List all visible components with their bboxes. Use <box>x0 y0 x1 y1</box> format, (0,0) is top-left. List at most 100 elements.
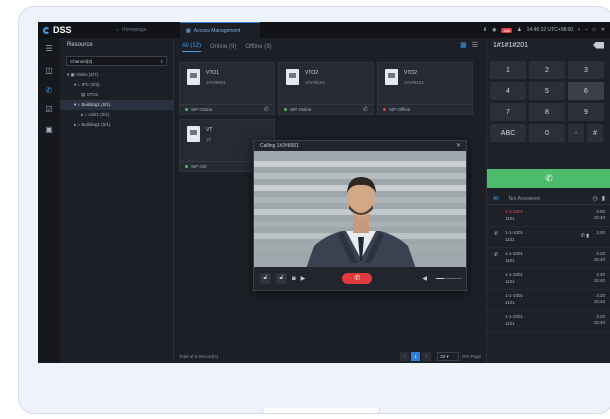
tree-toggle-icon[interactable]: ▾ <box>74 102 76 107</box>
keypad-key[interactable]: 2 <box>529 61 565 79</box>
unlock-door-1-icon[interactable]: 🔓︎ <box>260 273 271 284</box>
search-icon[interactable]: ⌕ <box>160 59 163 64</box>
phone-icon: ✆ <box>545 173 553 183</box>
tree-node-label: Unit1 (0/1) <box>88 112 110 117</box>
unlock-door-2-icon[interactable]: 🔓︎ <box>276 273 287 284</box>
monitor-icon[interactable]: ▣ <box>44 125 54 134</box>
menu-icon[interactable]: ☰ <box>44 44 54 53</box>
keypad-key[interactable]: # <box>587 124 603 142</box>
tab-access-management[interactable]: ▦ Access Management <box>180 22 260 38</box>
call-device-icon[interactable]: ✆ <box>264 106 269 113</box>
device-name: VTO2 <box>404 70 417 76</box>
tree-node[interactable]: ▾ ⌂ IPC (0/3) <box>60 80 173 90</box>
tree-toggle-icon[interactable]: ▾ <box>67 72 69 77</box>
volume-icon[interactable]: ◀ <box>422 275 427 282</box>
prev-page-button[interactable]: ‹ <box>400 351 410 361</box>
snapshot-icon[interactable]: ◙ <box>292 276 296 282</box>
alarm-icon[interactable]: ◉ <box>492 27 496 33</box>
call-record[interactable]: 1-1-1001 1101 3.20 15:40 <box>487 312 610 332</box>
grid-icon: ▦ <box>186 27 191 34</box>
download-icon[interactable]: ⬇ <box>483 27 487 33</box>
keypad-key[interactable]: 1 <box>490 61 526 79</box>
keypad-key[interactable]: 6 <box>568 82 604 100</box>
icon-rail: ☰ ◫ ✆ ☑ ▣ <box>38 38 60 363</box>
record-date: 3.00 <box>596 230 605 235</box>
keypad-key[interactable]: 3 <box>568 61 604 79</box>
maximize-icon[interactable]: □ <box>593 27 596 33</box>
tree-toggle-icon[interactable]: ▾ <box>74 82 76 87</box>
tree-node[interactable]: ▸ ⌂ Building1 (0/1) <box>60 120 173 130</box>
call-record[interactable]: 1-1-1001 1101 3.20 15:40 <box>487 291 610 311</box>
volume-slider[interactable] <box>436 278 462 279</box>
list-view-icon[interactable]: ☰ <box>472 41 478 49</box>
backspace-icon[interactable] <box>593 41 604 49</box>
record-number: 1-1-1001 <box>505 314 524 319</box>
call-button[interactable]: ✆ <box>487 169 610 188</box>
tree-node[interactable]: ▾ ▣ Video (4/7) <box>60 70 173 80</box>
tree-node[interactable]: ▤ VTO1 <box>60 90 173 100</box>
tree-toggle-icon[interactable]: ▸ <box>74 122 76 127</box>
trash-icon[interactable]: ▮ <box>602 195 605 202</box>
tree-node-icon: ▣ <box>70 72 75 77</box>
phone-icon[interactable]: ✆ <box>44 86 54 95</box>
device-card[interactable]: VTO1 1#1#8001 SIP Online ✆ <box>179 62 275 115</box>
per-page-select[interactable]: 20 ▾ <box>437 351 460 361</box>
keypad-key[interactable]: 5 <box>529 82 565 100</box>
tab-homepage[interactable]: ⌂ Homepage <box>110 22 180 38</box>
device-name: VTO2 <box>305 70 318 76</box>
filter-all[interactable]: All (12) <box>182 43 202 52</box>
call-device-icon[interactable]: ✆ <box>363 106 368 113</box>
call-back-icon[interactable]: ✆ <box>581 233 585 239</box>
record-number: 1-1-1001 <box>505 230 524 235</box>
calling-dialog-header: Calling 1#2#8001 ✕ <box>254 141 466 151</box>
next-page-button[interactable]: › <box>422 351 432 361</box>
delete-record-icon[interactable]: ▮ <box>586 233 589 239</box>
record-video-icon[interactable]: ▶ <box>301 275 306 282</box>
device-card[interactable]: VTO2 1#1#8101 SIP Offline <box>377 62 473 115</box>
tree-node-icon: ▤ <box>81 92 86 97</box>
page-number-button[interactable]: 1 <box>411 351 421 361</box>
keypad-key[interactable]: 4 <box>490 82 526 100</box>
tree-node[interactable]: ▸ ⌂ Unit1 (0/1) <box>60 110 173 120</box>
keypad-key[interactable]: 7 <box>490 103 526 121</box>
device-status-text: SIP Online <box>290 107 312 112</box>
top-bar: DSS ⌂ Homepage ▦ Access Management ⬇ ◉ 8… <box>38 22 610 38</box>
device-card[interactable]: VTO2 1#1#8101 SIP Online ✆ <box>278 62 374 115</box>
lock-icon[interactable]: ▪ <box>578 27 580 33</box>
record-clock: 15:40 <box>593 299 605 304</box>
minimize-icon[interactable]: – <box>585 27 588 33</box>
per-page-value: 20 <box>440 353 446 359</box>
keypad-key[interactable]: 8 <box>529 103 565 121</box>
view-toggle: ▦ ☰ <box>460 41 478 49</box>
tab-not-answered[interactable]: Not Answered <box>509 196 540 202</box>
device-status-text: SIP Onl <box>191 164 207 169</box>
tab-all-records[interactable]: All <box>493 196 499 202</box>
keypad-key[interactable]: - <box>568 124 584 142</box>
tree-node[interactable]: ▾ ⌂ Building1 (0/1) <box>60 100 173 110</box>
close-icon[interactable]: ✕ <box>456 141 461 151</box>
book-icon[interactable]: ◫ <box>44 66 54 75</box>
keypad-key[interactable]: 9 <box>568 103 604 121</box>
call-record[interactable]: 1-1-1001 1101 3.00 15:40 <box>487 207 610 227</box>
call-record[interactable]: ✆ 1-1-1001 1101 3.20 15:40 <box>487 249 610 269</box>
keypad-key[interactable]: 0 <box>529 124 565 142</box>
total-records: Total of 5 Record(s) <box>179 353 219 359</box>
filter-offline[interactable]: Offline (3) <box>245 44 271 52</box>
tree-toggle-icon[interactable]: ▸ <box>81 112 83 117</box>
hang-up-button[interactable]: ✆ <box>342 273 373 284</box>
tree-search-input[interactable]: Channel(3) ⌕ <box>66 56 167 66</box>
call-record[interactable]: ✆ 1-1-1001 1101 ✆ ▮ 3.00 <box>487 228 610 248</box>
grid-view-icon[interactable]: ▦ <box>460 41 467 49</box>
calendar-check-icon[interactable]: ☑ <box>44 105 54 114</box>
close-icon[interactable]: ✕ <box>601 27 605 33</box>
call-record[interactable]: 1-1-1001 1101 3.20 15:40 <box>487 270 610 290</box>
keypad-key[interactable]: ABC <box>490 124 526 142</box>
record-time: 3.20 15:40 <box>594 251 605 263</box>
user-icon[interactable]: ♟ <box>517 27 521 33</box>
record-number: 1-1-1001 <box>505 272 524 277</box>
history-icon[interactable]: ◷ <box>592 195 597 202</box>
tree-node-label: Video (4/7) <box>76 72 98 77</box>
dial-number: 1#1#1#201 <box>493 41 529 49</box>
filter-online[interactable]: Online (9) <box>210 44 236 52</box>
device-number: 1# <box>206 137 212 142</box>
